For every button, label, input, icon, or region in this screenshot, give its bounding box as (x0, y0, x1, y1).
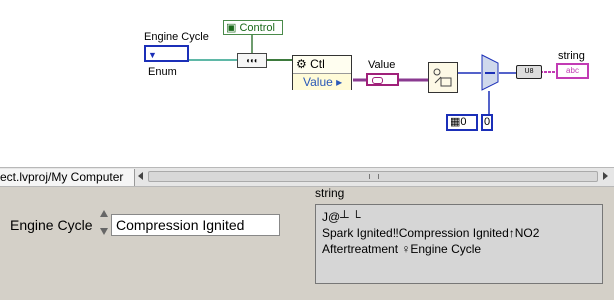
scroll-right-arrow-icon[interactable] (603, 172, 608, 180)
variant-to-data-node[interactable] (428, 62, 458, 93)
block-diagram[interactable]: Engine Cycle ▼ Enum ▣ Control ◐◐◐ ⚙ Ctl … (0, 0, 614, 167)
bundle-node[interactable]: ◐◐◐ (237, 53, 267, 68)
property-node[interactable]: ⚙ Ctl Value ▸ (292, 55, 352, 90)
control-reference[interactable]: ▣ Control (223, 20, 283, 35)
select-node[interactable] (481, 54, 499, 91)
ref-icon: ▣ (226, 22, 237, 34)
string-line: Spark Ignited‼Compression Ignited↑NO2 (322, 226, 540, 240)
string-indicator: J@┴ └ Spark Ignited‼Compression Ignited↑… (315, 204, 603, 284)
key-icon: ⚙ (296, 57, 307, 71)
enum-spinner[interactable] (98, 208, 110, 240)
property-node-value[interactable]: Value ▸ (293, 74, 351, 90)
string-indicator-terminal[interactable]: abc (556, 63, 589, 79)
grip-icon (369, 174, 379, 179)
string-caption-diagram: string (558, 50, 585, 62)
variant-indicator[interactable] (366, 73, 399, 86)
numeric-indicator[interactable]: 0 (481, 114, 493, 131)
enum-text: Enum (148, 66, 177, 78)
function-icon (433, 68, 452, 87)
string-line: J@┴ └ (322, 210, 361, 224)
horizontal-scrollbar[interactable] (134, 169, 614, 185)
front-panel[interactable]: Engine Cycle Compression Ignited string … (0, 186, 614, 300)
string-indicator-label: string (315, 186, 345, 200)
enum-arrow-icon: ▼ (148, 50, 157, 60)
property-node-class: ⚙ Ctl (293, 56, 351, 74)
project-path-tab[interactable]: ect.lvproj/My Computer (0, 169, 135, 186)
variant-icon (372, 77, 383, 84)
spinner-down-icon[interactable] (100, 228, 108, 235)
spinner-up-icon[interactable] (100, 210, 108, 217)
scrollbar-thumb[interactable] (148, 171, 598, 182)
engine-cycle-enum-control[interactable]: Compression Ignited (111, 214, 280, 236)
increment-icon: ▦ (450, 116, 461, 128)
diagram-tab-bar: ect.lvproj/My Computer (0, 167, 614, 187)
scroll-left-arrow-icon[interactable] (138, 172, 143, 180)
string-line: Aftertreatment ♀Engine Cycle (322, 242, 482, 256)
control-ref-text: Control (239, 22, 275, 34)
numeric-constant[interactable]: ▦0 (446, 114, 478, 131)
u8-conversion-node[interactable]: U8 (516, 65, 542, 79)
enum-caption: Engine Cycle (144, 31, 209, 43)
engine-cycle-label: Engine Cycle (10, 217, 93, 233)
enum-constant[interactable]: ▼ Enum (144, 45, 189, 78)
variant-caption: Value (368, 59, 396, 71)
